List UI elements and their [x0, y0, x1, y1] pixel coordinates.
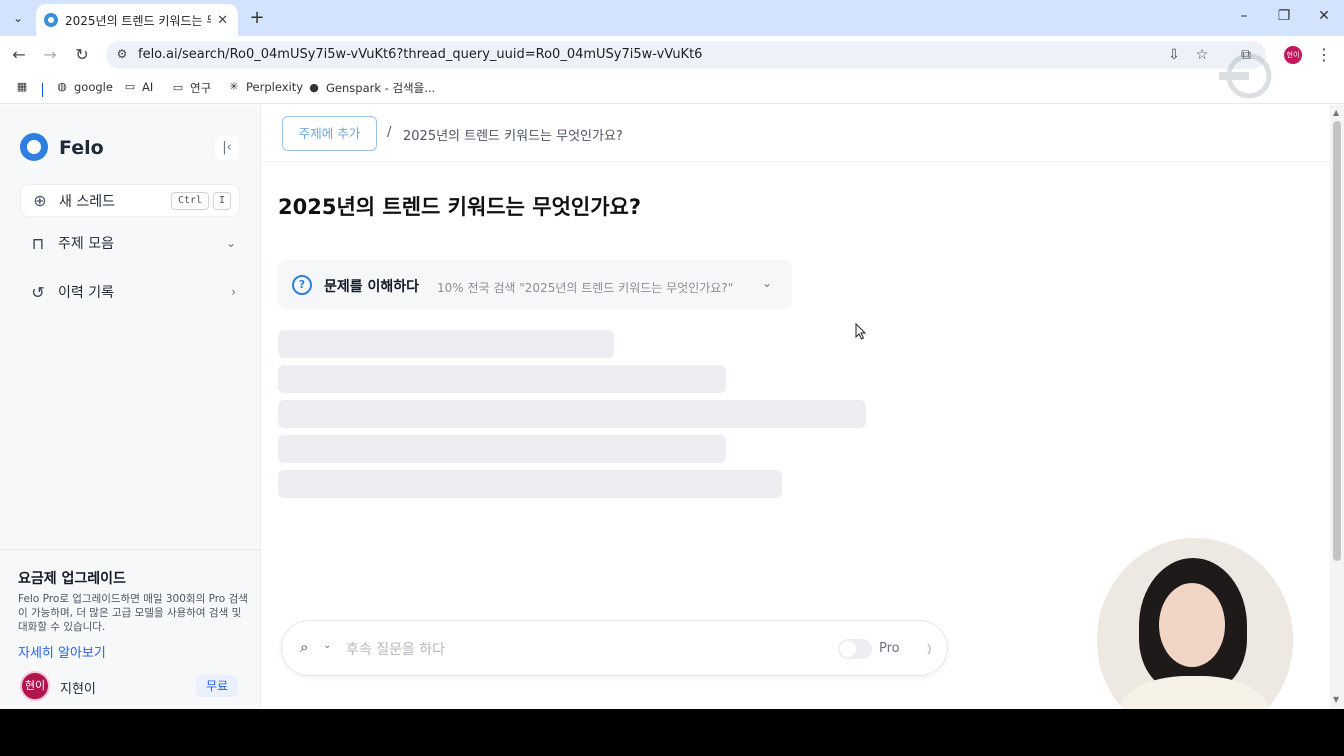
sidebar-item-label: 주제 모음: [58, 236, 114, 252]
followup-placeholder[interactable]: 후속 질문을 하다: [346, 639, 445, 659]
tab-strip: ⌄ 2025년의 트렌드 키워드는 무엇 ✕ + – ❐ ✕: [0, 0, 1344, 36]
felo-favicon-icon: [44, 13, 58, 27]
loading-skeleton-line: [278, 435, 726, 463]
tab-title: 2025년의 트렌드 키워드는 무엇: [65, 13, 211, 28]
page-scrollbar[interactable]: ▲ ▼: [1330, 105, 1344, 709]
scroll-up-icon[interactable]: ▲: [1333, 108, 1339, 117]
presenter-webcam: [1097, 538, 1293, 709]
sidebar-item-topics[interactable]: ⊓ 주제 모음 ⌄: [28, 231, 236, 255]
restore-icon[interactable]: ❐: [1274, 8, 1294, 24]
minimize-icon[interactable]: –: [1234, 8, 1254, 24]
loading-spinner-icon: [915, 641, 931, 657]
loading-skeleton-line: [278, 470, 782, 498]
bookmark-google[interactable]: ◍ google: [56, 80, 113, 94]
chevron-down-icon: ⌄: [225, 236, 236, 250]
forward-icon[interactable]: →: [39, 44, 61, 66]
upgrade-panel: 요금제 업그레이드 Felo Pro로 업그레이드하면 매일 300회의 Pro…: [0, 549, 260, 661]
new-tab-button[interactable]: +: [247, 8, 267, 28]
site-info-icon[interactable]: ⚙: [114, 47, 130, 63]
install-app-icon[interactable]: ⇩: [1165, 46, 1183, 64]
genspark-icon: ●: [309, 81, 319, 94]
bookmark-star-icon[interactable]: ☆: [1193, 46, 1211, 64]
mouse-cursor-icon: [855, 323, 867, 340]
pro-label: Pro: [879, 641, 900, 656]
tab-search-button[interactable]: ⌄: [6, 6, 30, 30]
logo-text[interactable]: Felo: [59, 137, 104, 159]
close-window-icon[interactable]: ✕: [1314, 8, 1334, 24]
scroll-down-icon[interactable]: ▼: [1333, 695, 1339, 704]
new-thread-label: 새 스레드: [59, 193, 115, 210]
question-bubble-icon: ?: [292, 275, 312, 295]
avatar[interactable]: 현이: [20, 671, 50, 701]
search-status-text: 10% 전국 검색 "2025년의 트렌드 키워드는 무엇인가요?": [437, 281, 734, 295]
bookmark-ai[interactable]: ▭ AI: [124, 80, 153, 94]
folder-icon: ▭: [172, 81, 184, 94]
plus-circle-icon: ⊕: [33, 191, 47, 210]
chevron-down-icon[interactable]: ⌄: [323, 640, 331, 651]
learn-more-link[interactable]: 자세히 알아보기: [18, 642, 106, 661]
presenter-face: [1159, 583, 1225, 667]
breadcrumb: 주제에 추가 / 2025년의 트렌드 키워드는 무엇인가요?: [262, 105, 1330, 162]
loading-skeleton-line: [278, 400, 866, 428]
shortcut-ctrl: Ctrl: [171, 192, 209, 210]
back-icon[interactable]: ←: [8, 44, 30, 66]
screen: ⌄ 2025년의 트렌드 키워드는 무엇 ✕ + – ❐ ✕ ← → ↻ ⚙ f…: [0, 0, 1344, 709]
chevron-down-icon[interactable]: ⌄: [762, 276, 772, 290]
upgrade-title: 요금제 업그레이드: [18, 571, 126, 587]
bookmark-research[interactable]: ▭ 연구: [172, 80, 211, 96]
history-icon: ↺: [31, 282, 45, 302]
bookmark-icon: ⊓: [31, 233, 45, 253]
understand-step-panel[interactable]: ? 문제를 이해하다 10% 전국 검색 "2025년의 트렌드 키워드는 무엇…: [278, 260, 792, 309]
apps-grid-icon[interactable]: ▦: [16, 81, 34, 93]
bookmarks-bar: ▦ ◍ google ▭ AI ▭ 연구 ✳ Perplexity ● Genspark …: [0, 74, 1344, 104]
collapse-sidebar-button[interactable]: |‹: [215, 136, 239, 160]
bookmark-genspark[interactable]: ● Genspark - 검색을...: [308, 80, 435, 96]
perplexity-icon: ✳: [229, 80, 239, 93]
plan-badge[interactable]: 무료: [196, 675, 238, 697]
loading-skeleton-line: [278, 330, 614, 358]
globe-icon: ◍: [57, 80, 67, 93]
folder-icon: ▭: [124, 80, 136, 93]
profile-avatar[interactable]: 현이: [1284, 46, 1302, 64]
felo-logo-icon[interactable]: [20, 133, 48, 161]
watermark-logo-icon: [1219, 53, 1272, 99]
address-bar[interactable]: ⚙ felo.ai/search/Ro0_04mUSy7i5w-vVuKt6?t…: [106, 41, 1266, 69]
new-thread-button[interactable]: ⊕ 새 스레드 Ctrl I: [20, 184, 240, 217]
browser-toolbar: ← → ↻ ⚙ felo.ai/search/Ro0_04mUSy7i5w-vV…: [0, 36, 1344, 74]
loading-skeleton-line: [278, 365, 726, 393]
user-name[interactable]: 지현이: [60, 678, 96, 697]
chevron-right-icon: ›: [231, 285, 236, 299]
reload-icon[interactable]: ↻: [71, 44, 93, 66]
bookmarks-divider: [42, 83, 43, 97]
shortcut-key: I: [213, 192, 231, 210]
breadcrumb-current: 2025년의 트렌드 키워드는 무엇인가요?: [403, 129, 623, 144]
bookmark-perplexity[interactable]: ✳ Perplexity: [228, 80, 303, 94]
sidebar-item-history[interactable]: ↺ 이력 기록 ›: [28, 280, 236, 304]
followup-input-bar[interactable]: ⌕ ⌄ 후속 질문을 하다 Pro: [281, 620, 948, 676]
sidebar-item-label: 이력 기록: [58, 285, 114, 301]
menu-kebab-icon[interactable]: ⋮: [1316, 45, 1332, 64]
upgrade-description: Felo Pro로 업그레이드하면 매일 300회의 Pro 검색이 가능하며,…: [18, 593, 248, 633]
pro-toggle[interactable]: [838, 639, 872, 659]
add-to-topic-button[interactable]: 주제에 추가: [282, 116, 377, 151]
browser-tab[interactable]: 2025년의 트렌드 키워드는 무엇 ✕: [36, 4, 238, 36]
understand-label: 문제를 이해하다: [324, 279, 420, 295]
sidebar: Felo |‹ ⊕ 새 스레드 Ctrl I ⊓ 주제 모음 ⌄ ↺ 이력 기록…: [0, 105, 261, 709]
url-text[interactable]: felo.ai/search/Ro0_04mUSy7i5w-vVuKt6?thr…: [138, 47, 702, 62]
page-title: 2025년의 트렌드 키워드는 무엇인가요?: [278, 195, 642, 219]
scroll-thumb[interactable]: [1333, 121, 1341, 561]
search-icon[interactable]: ⌕: [300, 638, 308, 656]
tab-close-icon[interactable]: ✕: [217, 13, 228, 28]
breadcrumb-separator: /: [387, 125, 392, 140]
